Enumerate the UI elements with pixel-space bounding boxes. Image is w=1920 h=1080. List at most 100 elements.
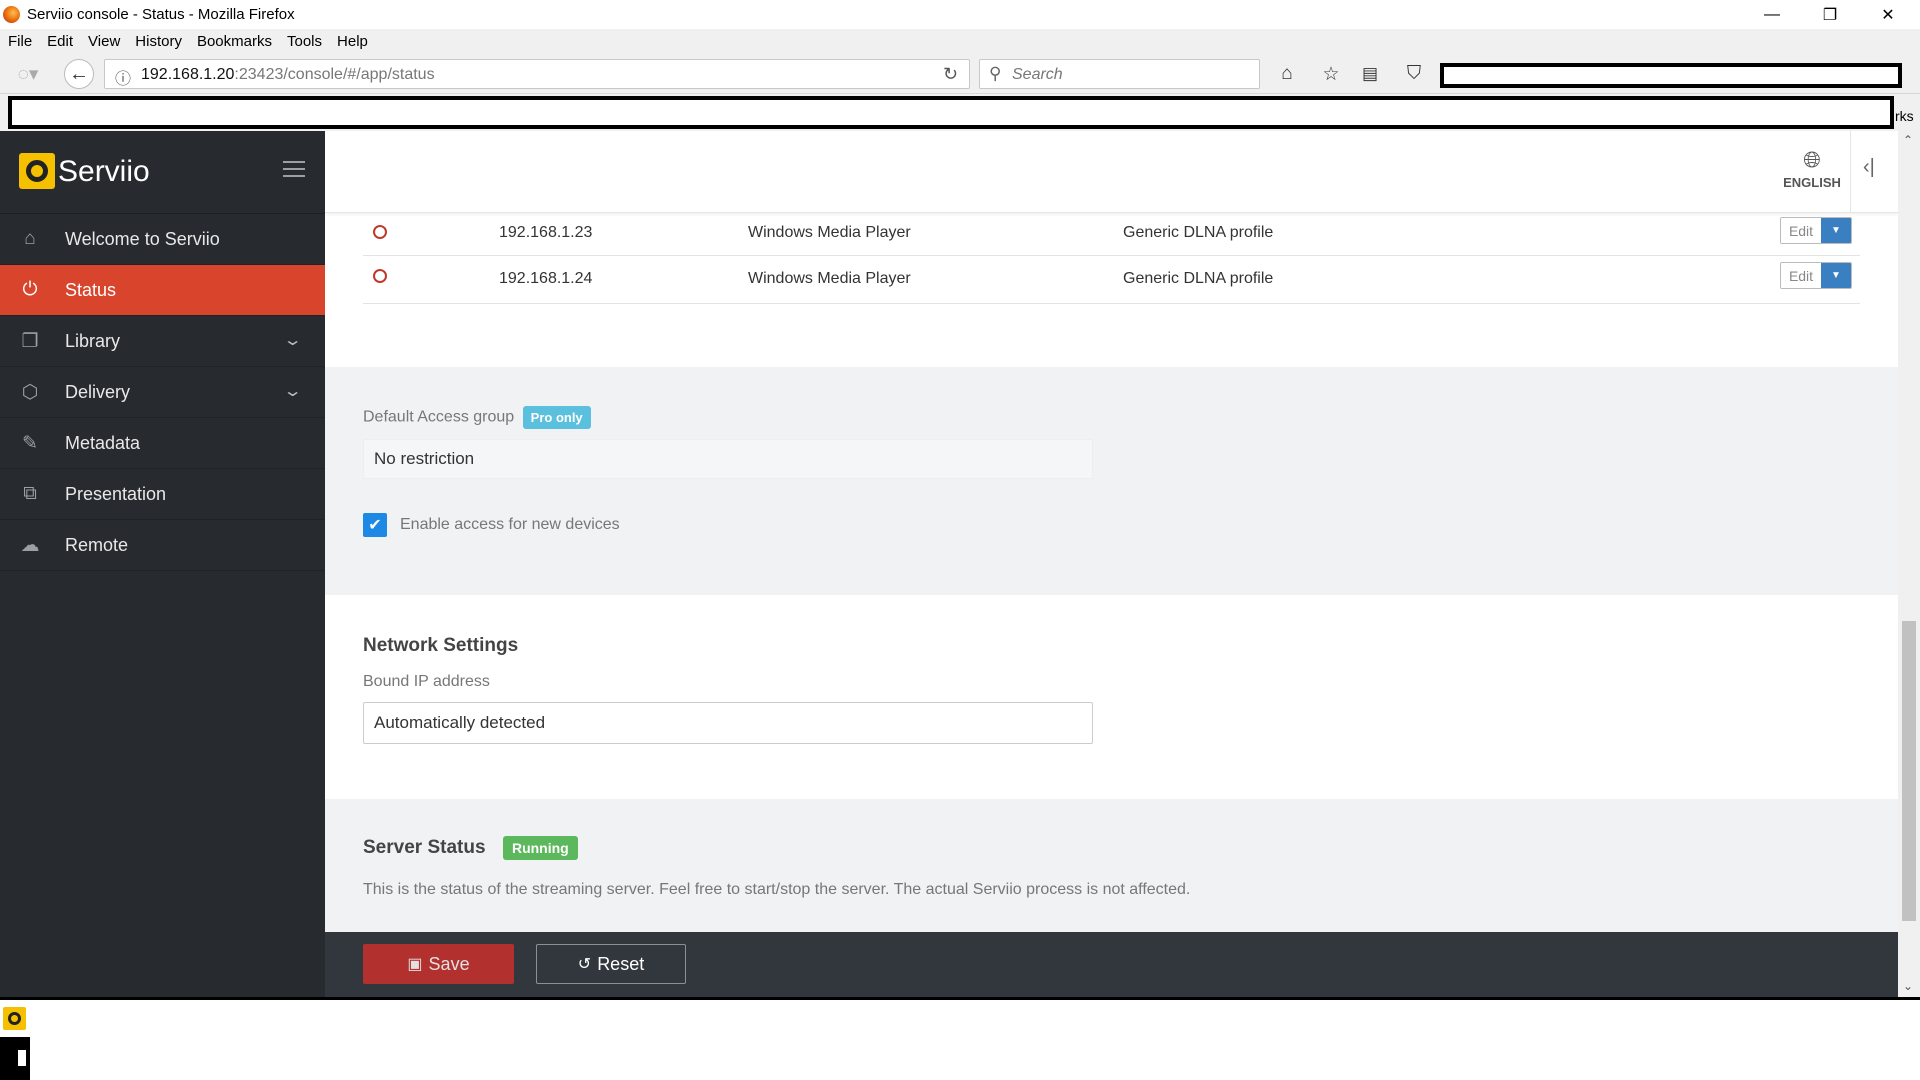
taskbar [0,997,1920,1080]
caret-down-icon[interactable]: ▼ [1821,218,1851,243]
enable-access-label[interactable]: Enable access for new devices [400,516,620,534]
sidebar-item-remote[interactable]: ☁ Remote [0,520,325,571]
server-status-heading-row: Server Status Running [363,836,578,860]
sidebar-item-label: Delivery [65,381,131,402]
edit-device-button[interactable]: Edit ▼ [1780,262,1852,289]
page-scrollbar[interactable]: ⌃ ⌄ [1898,131,1920,997]
info-icon[interactable]: ⓘ [115,65,131,89]
chevron-down-icon: ⌄ [282,383,303,400]
cloud-icon: ☁ [20,534,40,556]
brand-header: Serviio [0,131,325,214]
sidebar-item-label: Welcome to Serviio [65,228,220,249]
default-access-group-row: Default Access group Pro only [363,406,591,429]
collapse-panel-icon[interactable]: ‹| [1863,156,1875,179]
edit-device-button[interactable]: Edit ▼ [1780,217,1852,244]
reading-list-icon[interactable]: ▤ [1357,61,1383,87]
minimize-button[interactable]: — [1743,0,1801,29]
url-bar[interactable]: ⓘ 192.168.1.20:23423/console/#/app/statu… [104,59,970,89]
main-content: 192.168.1.23 Windows Media Player Generi… [325,131,1900,997]
window-title-bar: Serviio console - Status - Mozilla Firef… [0,0,1920,29]
edit-label[interactable]: Edit [1781,218,1821,243]
serviio-tray-icon[interactable] [3,1007,26,1030]
window-title: Serviio console - Status - Mozilla Firef… [27,6,295,23]
scroll-up-icon[interactable]: ⌃ [1903,133,1913,147]
search-bar[interactable]: ⚲ Search [979,59,1260,89]
sidebar-item-library[interactable]: ❐ Library ⌄ [0,316,325,367]
sidebar-item-welcome[interactable]: ⌂ Welcome to Serviio [0,214,325,265]
sidebar-item-label: Metadata [65,432,141,453]
network-settings-heading: Network Settings [363,635,519,656]
pocket-icon[interactable]: ⛉ [1401,61,1427,87]
menu-help[interactable]: Help [337,33,368,50]
undo-icon: ↺ [577,956,592,973]
scroll-down-icon[interactable]: ⌄ [1903,979,1913,993]
presentation-icon: ⧉ [23,483,37,504]
bookmarks-overflow-text[interactable]: rks [1895,108,1914,124]
default-access-label: Default Access group [363,408,515,426]
box-icon: ⬡ [21,381,39,403]
table-row: 192.168.1.23 Windows Media Player Generi… [363,207,1860,256]
windows-start-icon[interactable] [18,1050,26,1066]
serviio-logo-icon [19,153,55,189]
url-host: 192.168.1.20 [141,66,235,83]
chevron-down-icon: ⌄ [282,332,303,349]
sidebar-item-label: Remote [65,534,129,555]
bookmarks-toolbar: rks [0,94,1920,131]
menu-file[interactable]: File [8,33,32,50]
device-status-icon [373,269,387,283]
menu-tools[interactable]: Tools [287,33,322,50]
back-button[interactable]: ← [64,59,94,89]
menu-bookmarks[interactable]: Bookmarks [197,33,272,50]
sidebar-item-label: Library [65,330,121,351]
language-label: ENGLISH [1783,175,1841,190]
url-text: 192.168.1.20:23423/console/#/app/status [141,66,435,84]
server-status-section: Server Status Running This is the status… [325,799,1900,932]
history-dropdown-icon[interactable]: ◌▾ [10,61,46,87]
caret-down-icon[interactable]: ▼ [1821,263,1851,288]
reset-button[interactable]: ↺ Reset [536,944,686,984]
edit-label[interactable]: Edit [1781,263,1821,288]
network-section: Network Settings Bound IP address Automa… [325,595,1900,799]
checkbox-checked-icon[interactable]: ✔ [363,513,387,537]
home-icon: ⌂ [24,228,36,249]
bound-ip-select[interactable]: Automatically detected [363,702,1093,744]
bookmark-star-icon[interactable]: ☆ [1318,61,1344,87]
running-badge: Running [502,836,578,860]
brand-name: Serviio [58,155,150,188]
server-status-heading: Server Status [363,837,486,858]
redacted-bookmarks-area [8,96,1894,129]
device-profile: Generic DLNA profile [1123,270,1274,287]
restore-button[interactable]: ❐ [1801,0,1859,29]
bound-ip-label: Bound IP address [363,673,490,690]
library-icon: ❐ [21,330,39,352]
access-group-field[interactable]: No restriction [363,439,1093,479]
home-icon[interactable]: ⌂ [1274,61,1300,87]
sidebar-item-metadata[interactable]: ✎ Metadata [0,418,325,469]
close-window-button[interactable]: ✕ [1859,0,1917,29]
edit-icon: ✎ [22,432,38,454]
menu-view[interactable]: View [88,33,120,50]
reload-icon[interactable]: ↻ [943,64,958,85]
search-icon: ⚲ [989,64,1002,83]
menu-edit[interactable]: Edit [47,33,73,50]
language-selector[interactable]: 🌐︎ ENGLISH [1777,147,1847,190]
hamburger-menu-icon[interactable] [283,161,305,182]
device-ip: 192.168.1.24 [499,270,593,287]
device-player: Windows Media Player [748,224,911,241]
divider [1850,131,1851,213]
sidebar-item-status[interactable]: ⏻ Status [0,265,325,316]
menu-history[interactable]: History [135,33,182,50]
device-ip: 192.168.1.23 [499,224,593,241]
pro-only-badge: Pro only [522,406,591,429]
access-section: Default Access group Pro only No restric… [325,367,1900,595]
table-row: 192.168.1.24 Windows Media Player Generi… [363,256,1860,304]
device-profile: Generic DLNA profile [1123,224,1274,241]
sidebar-item-label: Presentation [65,483,167,504]
scrollbar-thumb[interactable] [1902,621,1916,921]
save-button[interactable]: ▣ Save [363,944,514,984]
device-player: Windows Media Player [748,270,911,287]
sidebar-item-presentation[interactable]: ⧉ Presentation [0,469,325,520]
redacted-toolbar-area [1440,63,1902,88]
sidebar-item-delivery[interactable]: ⬡ Delivery ⌄ [0,367,325,418]
device-status-icon [373,225,387,239]
